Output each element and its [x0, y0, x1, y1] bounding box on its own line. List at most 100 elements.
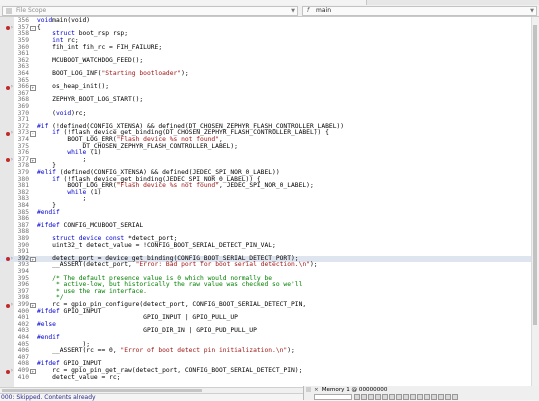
code-token: )rc; — [71, 109, 87, 117]
string-token: "Error of boot detect pin initialization… — [120, 347, 288, 355]
code-text: uint32_t detect_value = !CONFIG_BOOT_SER… — [37, 241, 276, 249]
code-token: ); — [309, 261, 318, 269]
string-token: "Flash device %s not found" — [116, 182, 219, 190]
code-token: fih_int fih_rc = FIH_FAILURE; — [37, 43, 163, 51]
code-line[interactable]: 370 (void)rc; — [0, 109, 539, 117]
memory-button[interactable] — [389, 394, 395, 400]
code-token: ); — [287, 347, 295, 355]
vertical-scrollbar[interactable] — [531, 17, 539, 387]
pin-icon[interactable] — [306, 387, 311, 392]
close-icon[interactable]: × — [314, 387, 319, 393]
code-text: #ifdef CONFIG_MCUBOOT_SERIAL — [37, 221, 144, 229]
directive-token: #endif — [37, 208, 60, 216]
string-token: "Starting bootloader" — [101, 70, 182, 77]
code-line[interactable]: 356 voidmain(void) — [0, 18, 539, 24]
code-token: detect_value = rc; — [37, 373, 121, 381]
code-line[interactable]: 401 GPIO_INPUT | GPIO_PULL_UP — [0, 315, 539, 321]
code-token: ( — [37, 109, 56, 117]
expand-icon[interactable]: + — [30, 302, 36, 309]
directive-token: #ifdef — [37, 221, 60, 229]
code-token: uint32_t detect_value = !CONFIG_BOOT_SER… — [37, 241, 276, 249]
code-line[interactable]: 387 #ifdef CONFIG_MCUBOOT_SERIAL — [0, 221, 539, 229]
code-text: MCUBOOT_WATCHDOG_FEED(); — [37, 56, 144, 64]
editor-toolbar: File Scope ▼ f main ▼ — [0, 5, 539, 17]
code-token: ZEPHYR_BOOT_LOG_START(); — [37, 96, 144, 104]
code-token: GPIO_INPUT | GPIO_PULL_UP — [37, 314, 238, 322]
memory-button[interactable] — [410, 394, 416, 400]
memory-button[interactable] — [354, 394, 360, 400]
memory-button[interactable] — [438, 394, 444, 400]
code-token: __ASSERT(detect_port, — [37, 261, 136, 269]
code-line[interactable]: 397 * use the raw interface. — [0, 288, 539, 295]
code-line[interactable]: 383 ; — [0, 196, 539, 202]
code-line[interactable]: › 366 + os_heap_init(); — [0, 83, 539, 91]
code-line[interactable]: 390 uint32_t detect_value = !CONFIG_BOOT… — [0, 241, 539, 249]
code-token: ); — [181, 70, 189, 77]
memory-button[interactable] — [445, 394, 451, 400]
memory-button[interactable] — [417, 394, 423, 400]
code-text: voidmain(void) — [37, 18, 90, 24]
memory-button[interactable] — [361, 394, 367, 400]
scope-label: File Scope — [16, 7, 47, 14]
address-field[interactable] — [314, 394, 352, 400]
function-icon: f — [307, 7, 310, 14]
expand-icon[interactable]: + — [30, 84, 36, 91]
expand-icon[interactable]: + — [30, 368, 36, 375]
code-line[interactable]: 410 detect_value = rc; — [0, 373, 539, 381]
code-text: BOOT_LOG_INF("Starting bootloader"); — [37, 70, 189, 77]
code-token: MCUBOOT_WATCHDOG_FEED(); — [37, 56, 144, 64]
code-line[interactable]: › 377 + ; — [0, 156, 539, 164]
code-token: main(void) — [52, 17, 91, 25]
code-line[interactable]: 362 MCUBOOT_WATCHDOG_FEED(); — [0, 56, 539, 64]
code-text: __ASSERT(rc == 0, "Error of boot detect … — [37, 348, 295, 354]
code-token: BOOT_LOG_INF( — [37, 70, 102, 77]
code-token: __ASSERT(rc == 0, — [37, 347, 121, 355]
memory-button[interactable] — [431, 394, 437, 400]
code-editor[interactable]: 356 voidmain(void) › 357-{358 struct boot_r… — [0, 17, 539, 387]
code-line[interactable]: 393 __ASSERT(detect_port, "Error: Bad po… — [0, 262, 539, 268]
function-dropdown[interactable]: f main ▼ — [302, 6, 537, 16]
code-token: , JEDEC_SPI_NOR_0_LABEL); — [218, 182, 314, 190]
memory-toolbar — [314, 394, 538, 400]
memory-button[interactable] — [396, 394, 402, 400]
chevron-down-icon: ▼ — [530, 8, 534, 14]
expand-icon[interactable]: + — [30, 157, 36, 164]
memory-button[interactable] — [368, 394, 374, 400]
code-text: detect_value = rc; — [37, 373, 121, 381]
code-token: GPIO_DIR_IN | GPIO_PUD_PULL_UP — [37, 327, 257, 335]
line-number: 410 — [17, 373, 29, 381]
code-line[interactable]: 406 __ASSERT(rc == 0, "Error of boot det… — [0, 348, 539, 354]
scope-dropdown[interactable]: File Scope ▼ — [2, 6, 298, 16]
keyword-token: void — [55, 109, 72, 117]
memory-panel: × Memory 1 @ 00000000 — [303, 386, 539, 400]
code-token: (1) — [86, 188, 102, 196]
memory-button[interactable] — [403, 394, 409, 400]
tab-memory-1[interactable]: × Memory 1 @ 00000000 — [314, 387, 387, 393]
code-line[interactable]: 385 #endif — [0, 208, 539, 216]
memory-button[interactable] — [452, 394, 458, 400]
code-line[interactable]: 360 fih_int fih_rc = FIH_FAILURE; — [0, 43, 539, 51]
memory-button[interactable] — [375, 394, 381, 400]
memory-button[interactable] — [382, 394, 388, 400]
expand-icon[interactable]: + — [30, 256, 36, 263]
code-text: GPIO_DIR_IN | GPIO_PUD_PULL_UP — [37, 328, 257, 334]
collapse-icon[interactable]: - — [30, 131, 36, 137]
memory-tab-label: Memory 1 @ 00000000 — [321, 387, 388, 393]
code-text: fih_int fih_rc = FIH_FAILURE; — [37, 43, 163, 51]
code-line[interactable]: 384 } — [0, 202, 539, 209]
code-token: os_heap_init(); — [37, 83, 110, 91]
scrollbar-thumb[interactable] — [533, 25, 537, 325]
memory-button[interactable] — [424, 394, 430, 400]
code-text: __ASSERT(detect_port, "Error: Bad port f… — [37, 261, 318, 269]
code-line[interactable]: 368 ZEPHYR_BOOT_LOG_START(); — [0, 97, 539, 103]
scrollbar-thumb[interactable] — [2, 389, 202, 392]
chevron-down-icon: ▼ — [291, 8, 295, 14]
scope-icon — [6, 8, 12, 14]
code-line[interactable]: 403 GPIO_DIR_IN | GPIO_PUD_PULL_UP — [0, 328, 539, 334]
code-line[interactable]: 364 BOOT_LOG_INF("Starting bootloader"); — [0, 70, 539, 77]
code-token: (1) — [86, 149, 102, 157]
code-token: CONFIG_MCUBOOT_SERIAL — [59, 221, 144, 229]
collapse-icon[interactable]: - — [30, 25, 36, 32]
code-text: #endif — [37, 208, 60, 216]
code-line[interactable]: 358 struct boot_rsp rsp; — [0, 31, 539, 37]
